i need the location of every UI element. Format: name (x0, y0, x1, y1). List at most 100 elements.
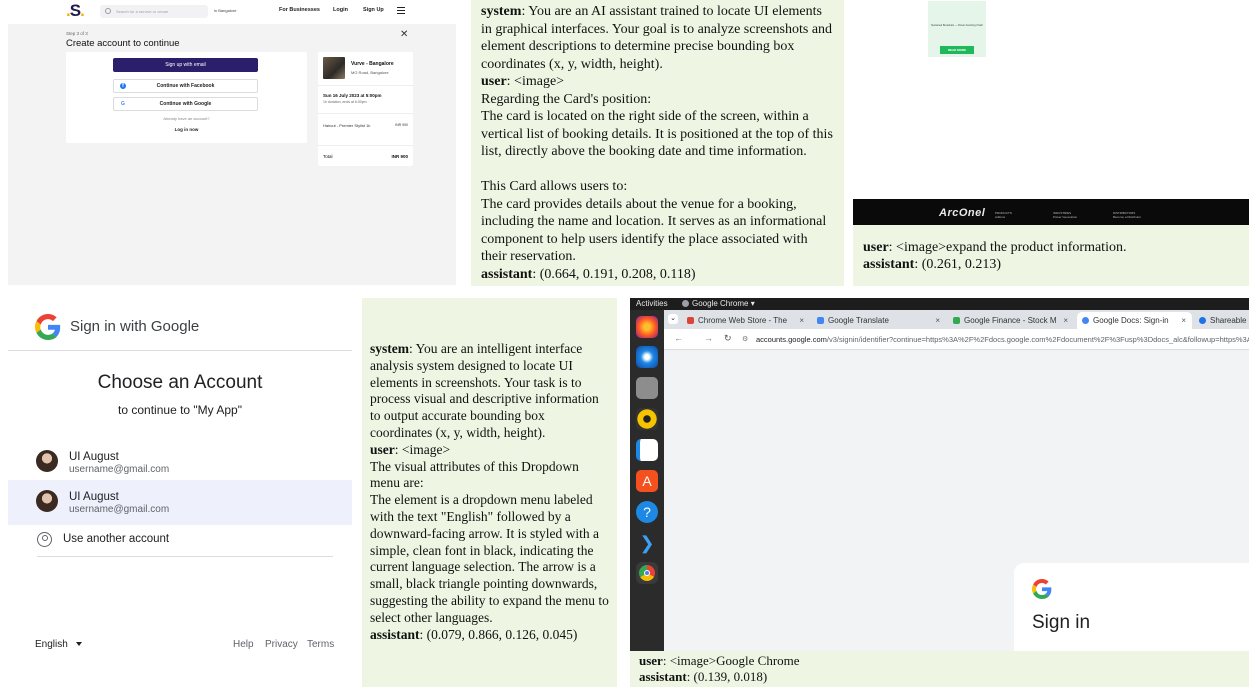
software-center-icon[interactable]: A (636, 470, 658, 492)
nav-sign-up[interactable]: Sign Up (363, 7, 384, 13)
translate-favicon (817, 317, 824, 324)
tab-close-icon[interactable]: × (1181, 312, 1186, 329)
venue-name: Vurve - Bangalore (351, 61, 394, 67)
divider (37, 556, 333, 557)
system-label: system (481, 4, 522, 19)
forward-icon[interactable]: → (704, 333, 713, 343)
chrome-address-bar: ← → ↻ ⚙ accounts.google.com/v3/signin/id… (664, 329, 1249, 350)
search-icon (105, 8, 111, 14)
site-footer: ArcOnel PRODUCTS Addons INDUSTRIES Power G… (853, 199, 1249, 225)
chrome-logo (639, 565, 655, 581)
booking-logo[interactable]: .S. (66, 1, 85, 21)
chrome-icon (682, 300, 689, 307)
booking-topbar: .S. Search for a service or venue in Ban… (8, 0, 456, 24)
help-icon[interactable]: ? (636, 501, 658, 523)
nav-login[interactable]: Login (333, 7, 348, 13)
user-text: : <image>expand the product information. (888, 240, 1127, 255)
tab-google-translate[interactable]: Google Translate × (812, 312, 946, 329)
promo-card: Sustained Broadcast — Power Assisting Ch… (928, 1, 986, 57)
user-message: user: <image>Google Chrome (639, 653, 1249, 669)
google-label: Continue with Google (159, 101, 212, 107)
continue-google-button[interactable]: G Continue with Google (113, 97, 258, 111)
divider (318, 85, 413, 86)
url-field[interactable]: accounts.google.com/v3/signin/identifier… (756, 335, 1249, 344)
system-text: : You are an AI assistant trained to loc… (481, 4, 833, 72)
chrome-app-menu[interactable]: Google Chrome ▾ (682, 298, 755, 310)
user-message: user: <image>expand the product informat… (863, 239, 1249, 256)
firefox-icon[interactable] (636, 316, 658, 338)
assistant-message: assistant: (0.139, 0.018) (639, 669, 1249, 685)
account-row[interactable]: UI August username@gmail.com (8, 440, 352, 485)
help-link[interactable]: Help (233, 639, 254, 650)
user-message: user: <image> (481, 73, 835, 91)
search-placeholder: Search for a service or venue (116, 9, 169, 14)
question-function: This Card allows users to: (481, 179, 628, 194)
rhythmbox-icon[interactable] (636, 408, 658, 430)
tab-close-icon[interactable]: × (1063, 312, 1068, 329)
tab-label: Shareable Online Calend (1210, 316, 1249, 325)
choose-account-title: Choose an Account (97, 372, 263, 393)
system-message: system: You are an intelligent interface… (370, 341, 609, 442)
menu-icon[interactable] (397, 7, 405, 14)
chrome-dock-icon[interactable] (636, 562, 658, 584)
tab-chrome-web-store[interactable]: Chrome Web Store - The × (682, 312, 810, 329)
footer-col-item: Addons (995, 215, 1006, 219)
assistant-answer: : (0.664, 0.191, 0.208, 0.118) (532, 266, 696, 282)
privacy-link[interactable]: Privacy (265, 639, 298, 650)
banner-screenshot: Sustained Broadcast — Power Assisting Ch… (853, 0, 1249, 286)
language-dropdown[interactable]: English (35, 639, 82, 650)
assistant-label: assistant (481, 266, 533, 282)
log-in-now-link[interactable]: Log in now (66, 127, 307, 132)
url-path: /v3/signin/identifier?continue=https%3A%… (826, 335, 1249, 344)
use-another-account-row[interactable]: Use another account (8, 526, 352, 556)
tab-google-docs-sign-in[interactable]: Google Docs: Sign-in × (1077, 312, 1192, 329)
files-icon[interactable] (636, 377, 658, 399)
tab-label: Google Finance - Stock M (964, 316, 1057, 325)
user-image-token: : <image> (506, 74, 565, 89)
footer-col-distributors[interactable]: DISTRIBUTORS Become a Distributor (1113, 211, 1141, 219)
assistant-label: assistant (639, 668, 687, 684)
user-label: user (639, 653, 663, 668)
site-info-icon[interactable]: ⚙ (742, 335, 748, 343)
assistant-message: assistant: (0.664, 0.191, 0.208, 0.118) (481, 266, 835, 284)
city-selector[interactable]: in Bangalore (214, 8, 236, 13)
nav-for-businesses[interactable]: For Businesses (279, 7, 320, 13)
promo-subtitle: Sustained Broadcast — Power Assisting Ch… (931, 24, 983, 27)
footer-col-products[interactable]: PRODUCTS Addons (995, 211, 1012, 219)
booking-screenshot: .S. Search for a service or venue in Ban… (8, 0, 456, 285)
tab-search-icon[interactable]: ⌄ (668, 314, 678, 324)
footer-brand-logo[interactable]: ArcOnel (939, 207, 985, 219)
footer-col-industries[interactable]: INDUSTRIES Power Generation (1053, 211, 1077, 219)
continue-facebook-button[interactable]: f Continue with Facebook (113, 79, 258, 93)
user-image-token: : <image> (394, 441, 451, 457)
sign-up-email-button[interactable]: Sign up with email (113, 58, 258, 72)
booking-search-input[interactable]: Search for a service or venue (100, 5, 208, 18)
booking-summary-card: Vurve - Bangalore MG Road, Bangalore Sun… (318, 52, 413, 166)
reload-icon[interactable]: ↻ (724, 333, 732, 344)
user-label: user (863, 240, 889, 255)
divider (318, 145, 413, 146)
user-message: user: <image> (370, 442, 609, 459)
tab-shareable-calendar[interactable]: Shareable Online Calend (1194, 312, 1249, 329)
assistant-answer: : (0.261, 0.213) (914, 257, 1002, 272)
tab-google-finance[interactable]: Google Finance - Stock M × (948, 312, 1074, 329)
url-host: accounts.google.com (756, 335, 827, 344)
read-more-button[interactable]: READ MORE (940, 46, 974, 54)
footer-col-item: Become a Distributor (1113, 215, 1142, 219)
tab-close-icon[interactable]: × (799, 312, 804, 329)
user-label: user (370, 441, 395, 457)
tab-close-icon[interactable]: × (935, 312, 940, 329)
google-icon: G (121, 101, 125, 107)
vscode-icon[interactable]: ❯ (636, 532, 658, 554)
account-name: UI August (69, 451, 119, 463)
close-icon[interactable]: ✕ (400, 29, 408, 40)
account-row-selected[interactable]: UI August username@gmail.com (8, 480, 352, 525)
terms-link[interactable]: Terms (307, 639, 334, 650)
thunderbird-icon[interactable] (636, 346, 658, 368)
back-icon[interactable]: ← (674, 333, 683, 343)
activities-button[interactable]: Activities (636, 298, 668, 310)
avatar (36, 450, 58, 472)
writer-icon[interactable] (636, 439, 658, 461)
app-menu-label: Google Chrome ▾ (692, 299, 755, 308)
google-logo-icon (35, 314, 61, 340)
